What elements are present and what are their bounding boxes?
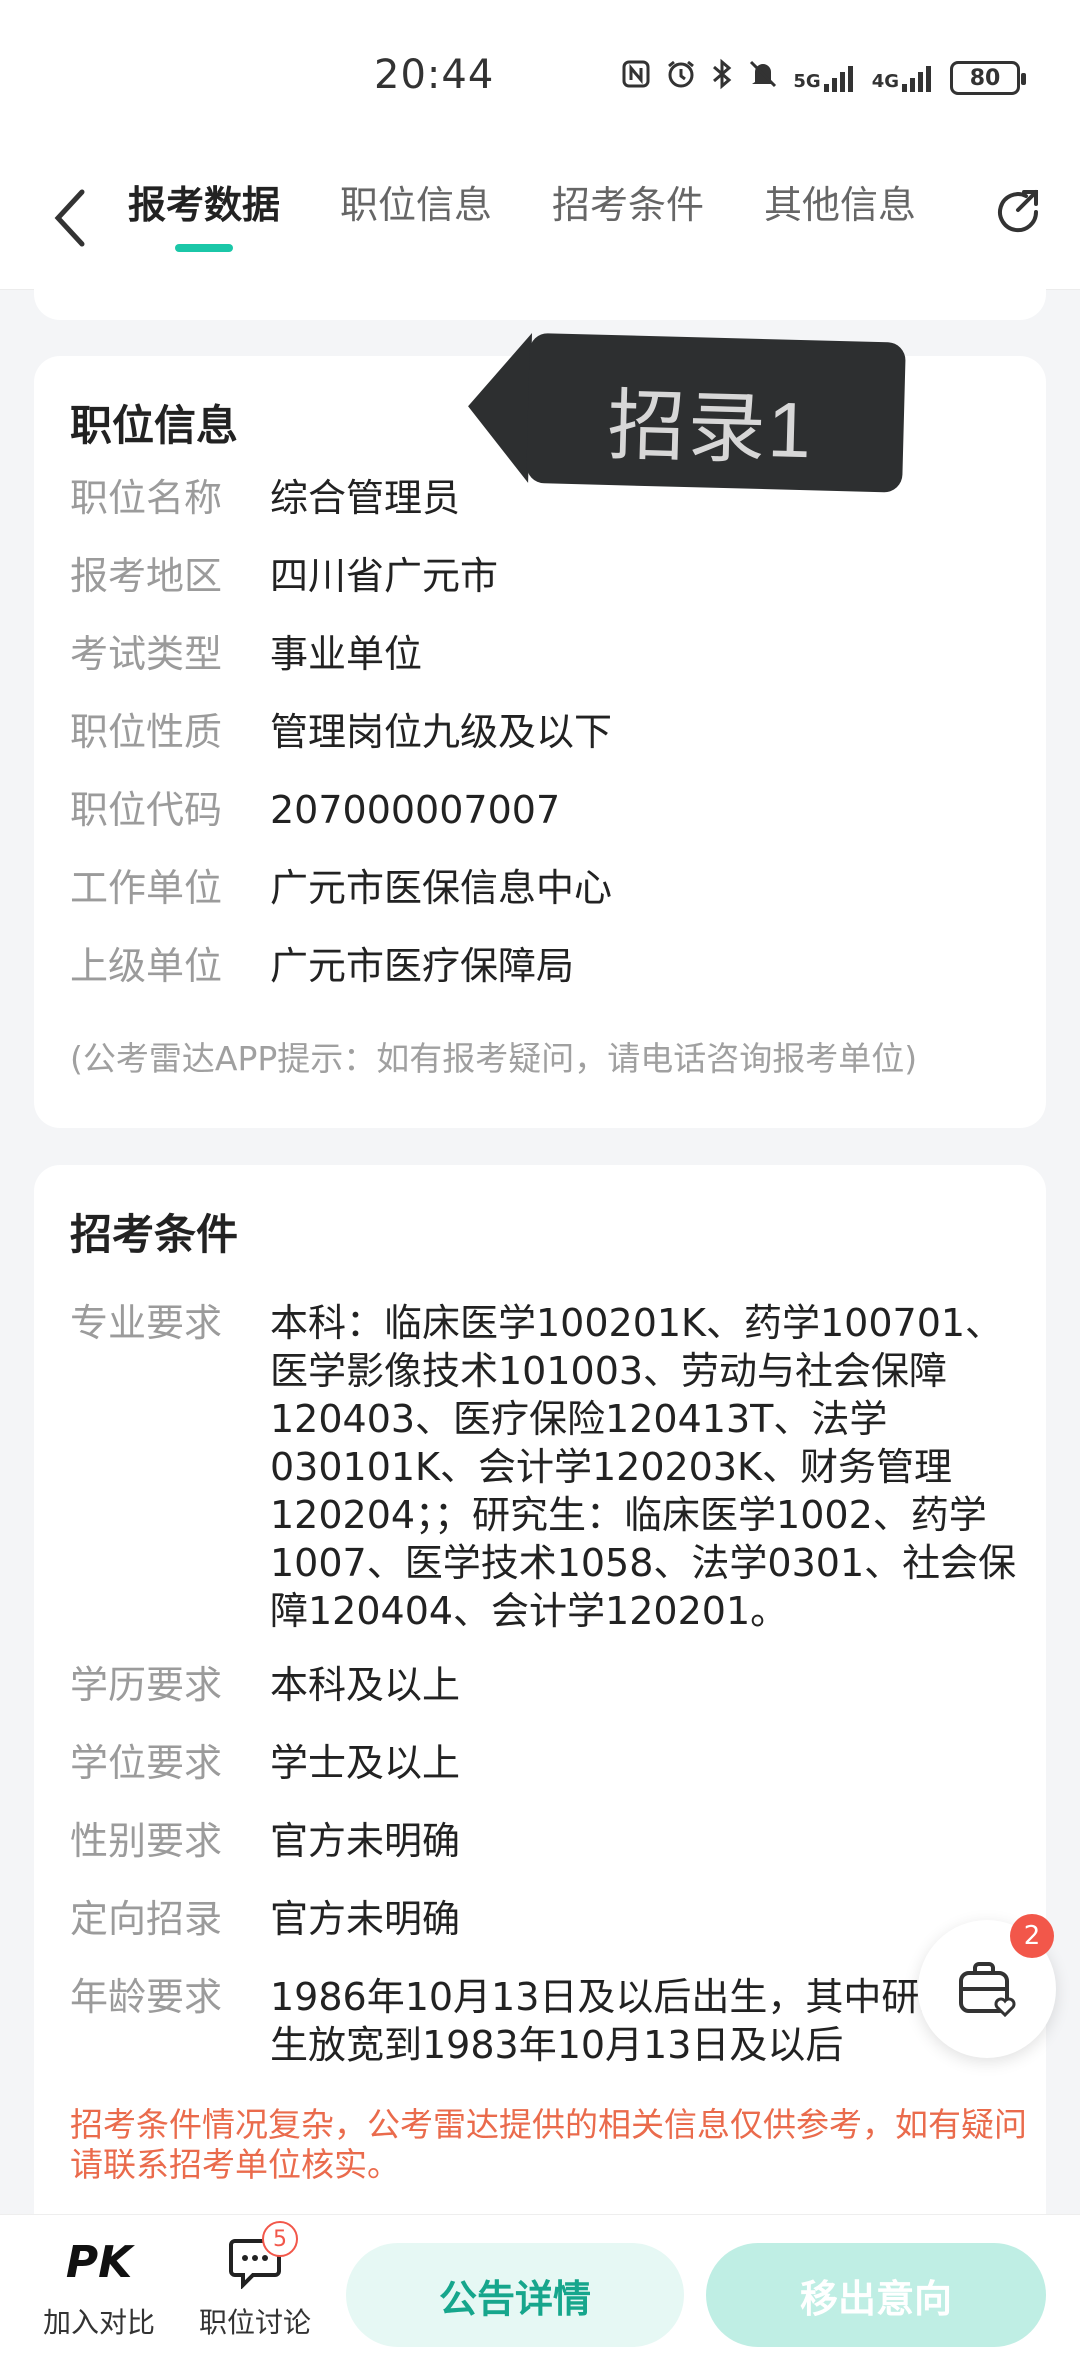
status-icons: 5G 4G 80	[621, 58, 1026, 98]
signal-4g-label: 4G	[871, 71, 899, 92]
condition-value: 学士及以上	[270, 1741, 461, 1785]
announcement-detail-button[interactable]: 公告详情	[346, 2243, 684, 2347]
condition-row: 定向招录 官方未明确	[70, 1895, 1020, 1943]
info-value: 事业单位	[270, 632, 423, 676]
condition-label: 学历要求	[70, 1663, 223, 1707]
info-row: 职位性质 管理岗位九级及以下	[70, 708, 1020, 756]
remove-intention-button[interactable]: 移出意向	[706, 2243, 1046, 2347]
condition-value: 官方未明确	[270, 1897, 461, 1941]
share-button[interactable]	[990, 184, 1050, 244]
conditions-title: 招考条件	[70, 1210, 239, 1259]
info-label: 职位名称	[70, 476, 223, 520]
condition-label: 定向招录	[70, 1897, 223, 1941]
hint-text: (公考雷达APP提示：如有报考疑问，请电话咨询报考单位)	[70, 1039, 918, 1078]
condition-label: 年龄要求	[70, 1975, 223, 2019]
tab-apply-data[interactable]: 报考数据	[128, 180, 280, 260]
signal-5g-icon: 5G	[793, 64, 857, 92]
info-row: 报考地区 四川省广元市	[70, 552, 1020, 600]
info-row: 职位代码 207000007007	[70, 786, 1020, 834]
callout-text: 招录1	[606, 380, 815, 475]
condition-row: 性别要求 官方未明确	[70, 1817, 1020, 1865]
info-value: 广元市医疗保障局	[270, 944, 575, 988]
tab-position-info[interactable]: 职位信息	[340, 180, 492, 260]
tab-list: 报考数据 职位信息 招考条件 其他信息	[128, 180, 916, 260]
bottom-action-bar: PK 加入对比 5 职位讨论 公告详情 移出意向	[0, 2214, 1080, 2376]
discussion-icon-wrap: 5	[180, 2221, 330, 2293]
condition-value: 官方未明确	[270, 1819, 461, 1863]
discussion-count-badge: 5	[262, 2221, 298, 2257]
alarm-icon	[665, 58, 697, 98]
info-value: 管理岗位九级及以下	[270, 710, 613, 754]
info-label: 职位性质	[70, 710, 223, 754]
condition-row: 学历要求 本科及以上	[70, 1661, 1020, 1709]
position-discussion-label: 职位讨论	[198, 2306, 311, 2339]
info-label: 工作单位	[70, 866, 223, 910]
info-label: 上级单位	[70, 944, 223, 988]
info-label: 考试类型	[70, 632, 223, 676]
position-discussion-button[interactable]: 5 职位讨论	[180, 2221, 330, 2341]
info-value: 207000007007	[270, 788, 561, 832]
info-value: 四川省广元市	[270, 554, 499, 598]
info-label: 报考地区	[70, 554, 223, 598]
add-compare-button[interactable]: PK 加入对比	[24, 2233, 174, 2341]
info-value: 广元市医保信息中心	[270, 866, 613, 910]
status-time: 20:44	[374, 52, 495, 98]
previous-card	[34, 262, 1046, 320]
chevron-left-icon	[54, 189, 85, 247]
condition-label: 性别要求	[70, 1819, 223, 1863]
info-row: 工作单位 广元市医保信息中心	[70, 864, 1020, 912]
condition-value: 本科及以上	[270, 1663, 461, 1707]
nfc-icon	[621, 59, 651, 97]
condition-value: 1986年10月13日及以后出生，其中研究生放宽到1983年10月13日及以后	[270, 1975, 958, 2067]
back-button[interactable]	[40, 188, 100, 248]
condition-label: 学位要求	[70, 1741, 223, 1785]
mute-icon	[747, 58, 779, 98]
bluetooth-icon	[711, 58, 733, 98]
tab-conditions[interactable]: 招考条件	[552, 180, 704, 260]
status-bar: 20:44 5G 4G 80	[0, 0, 1080, 150]
conditions-card: 招考条件 专业要求 本科：临床医学100201K、药学100701、医学影像技术…	[34, 1165, 1046, 2225]
add-compare-label: 加入对比	[42, 2306, 155, 2339]
position-info-title: 职位信息	[70, 401, 239, 450]
info-row: 考试类型 事业单位	[70, 630, 1020, 678]
battery-icon: 80	[950, 61, 1026, 95]
condition-row-major: 专业要求 本科：临床医学100201K、药学100701、医学影像技术10100…	[70, 1299, 1020, 1635]
warning-text: 招考条件情况复杂，公考雷达提供的相关信息仅供参考，如有疑问请联系招考单位核实。	[70, 2105, 1027, 2184]
signal-4g-icon: 4G	[872, 64, 936, 92]
condition-row: 学位要求 学士及以上	[70, 1739, 1020, 1787]
callout-label: 招录1	[466, 331, 906, 493]
bag-heart-icon	[959, 1962, 1016, 2018]
condition-label: 专业要求	[70, 1301, 223, 1345]
tab-other-info[interactable]: 其他信息	[764, 180, 916, 260]
signal-5g-label: 5G	[793, 71, 821, 92]
intention-count-badge: 2	[1010, 1914, 1054, 1958]
info-label: 职位代码	[70, 788, 223, 832]
pk-icon: PK	[65, 2237, 133, 2288]
callout-pointer	[466, 331, 533, 483]
condition-value: 本科：临床医学100201K、药学100701、医学影像技术101003、劳动与…	[270, 1301, 1017, 1633]
info-row: 上级单位 广元市医疗保障局	[70, 942, 1020, 990]
condition-row-age: 年龄要求 1986年10月13日及以后出生，其中研究生放宽到1983年10月13…	[70, 1973, 1020, 2069]
share-icon	[998, 190, 1039, 233]
